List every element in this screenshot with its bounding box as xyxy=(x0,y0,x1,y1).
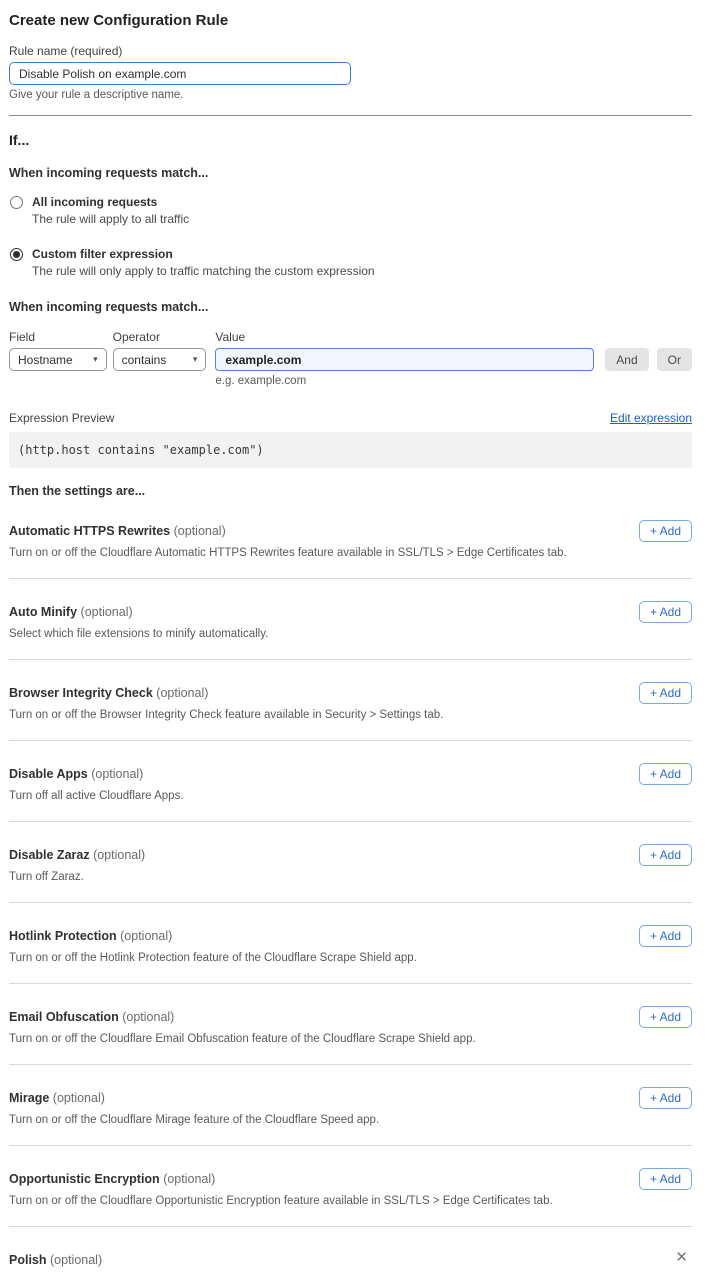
create-configuration-rule-form: Create new Configuration Rule Rule name … xyxy=(0,0,705,1272)
setting-optional: (optional) xyxy=(120,929,172,943)
radio-button-custom-filter[interactable] xyxy=(10,248,23,261)
setting-optional: (optional) xyxy=(91,767,143,781)
add-button[interactable]: + Add xyxy=(639,1006,692,1028)
add-button[interactable]: + Add xyxy=(639,844,692,866)
setting-name: Auto Minify xyxy=(9,605,77,619)
setting-optional: (optional) xyxy=(93,848,145,862)
setting-name: Polish xyxy=(9,1253,47,1267)
expression-builder: Field Hostname ▾ Operator contains ▾ Val… xyxy=(9,330,692,387)
setting-optional: (optional) xyxy=(81,605,133,619)
add-button[interactable]: + Add xyxy=(639,1087,692,1109)
setting-description: Turn on or off the Cloudflare Email Obfu… xyxy=(9,1033,692,1046)
setting-name: Automatic HTTPS Rewrites xyxy=(9,524,170,538)
radio-description: The rule will apply to all traffic xyxy=(32,212,189,226)
setting-opportunistic-encryption: Opportunistic Encryption (optional) Turn… xyxy=(9,1146,692,1227)
value-label: Value xyxy=(215,330,594,344)
then-heading: Then the settings are... xyxy=(9,484,692,498)
setting-description: Turn on or off the Browser Integrity Che… xyxy=(9,709,692,722)
add-button[interactable]: + Add xyxy=(639,1168,692,1190)
setting-name: Hotlink Protection xyxy=(9,929,117,943)
radio-option-custom-filter[interactable]: Custom filter expression The rule will o… xyxy=(9,247,692,278)
if-heading: If... xyxy=(9,132,692,148)
setting-name: Disable Apps xyxy=(9,767,88,781)
field-select-value: Hostname xyxy=(18,353,73,367)
expression-preview-header: Expression Preview Edit expression xyxy=(9,411,692,425)
setting-mirage: Mirage (optional) Turn on or off the Clo… xyxy=(9,1065,692,1146)
radio-description: The rule will only apply to traffic matc… xyxy=(32,264,375,278)
radio-button-all-requests[interactable] xyxy=(10,196,23,209)
setting-optional: (optional) xyxy=(156,686,208,700)
setting-automatic-https-rewrites: Automatic HTTPS Rewrites (optional) Turn… xyxy=(9,498,692,579)
and-button[interactable]: And xyxy=(605,348,648,371)
setting-optional: (optional) xyxy=(50,1253,102,1267)
add-button[interactable]: + Add xyxy=(639,520,692,542)
rule-name-section: Rule name (required) Give your rule a de… xyxy=(9,44,692,101)
setting-description: Select which file extensions to minify a… xyxy=(9,628,692,641)
setting-name: Email Obfuscation xyxy=(9,1010,119,1024)
setting-optional: (optional) xyxy=(174,524,226,538)
value-helper: e.g. example.com xyxy=(215,375,594,387)
value-input[interactable] xyxy=(215,348,594,371)
setting-disable-apps: Disable Apps (optional) Turn off all act… xyxy=(9,741,692,822)
setting-description: Turn off all active Cloudflare Apps. xyxy=(9,790,692,803)
operator-select[interactable]: contains ▾ xyxy=(113,348,207,371)
page-title: Create new Configuration Rule xyxy=(9,12,692,29)
setting-name: Mirage xyxy=(9,1091,49,1105)
chevron-down-icon: ▾ xyxy=(93,354,98,365)
setting-description: Turn on or off the Cloudflare Mirage fea… xyxy=(9,1114,692,1127)
rule-name-input[interactable] xyxy=(9,62,351,85)
setting-polish: Polish (optional) ✕ Change the settings … xyxy=(9,1227,692,1272)
field-select[interactable]: Hostname ▾ xyxy=(9,348,107,371)
setting-name: Opportunistic Encryption xyxy=(9,1172,160,1186)
expression-preview-code: (http.host contains "example.com") xyxy=(9,432,692,468)
add-button[interactable]: + Add xyxy=(639,925,692,947)
edit-expression-link[interactable]: Edit expression xyxy=(610,411,692,425)
rule-name-label: Rule name (required) xyxy=(9,44,692,58)
rule-name-helper: Give your rule a descriptive name. xyxy=(9,89,692,101)
setting-browser-integrity-check: Browser Integrity Check (optional) Turn … xyxy=(9,660,692,741)
setting-name: Disable Zaraz xyxy=(9,848,90,862)
add-button[interactable]: + Add xyxy=(639,682,692,704)
field-label: Field xyxy=(9,330,107,344)
setting-description: Turn on or off the Cloudflare Automatic … xyxy=(9,547,692,560)
setting-disable-zaraz: Disable Zaraz (optional) Turn off Zaraz.… xyxy=(9,822,692,903)
section-divider xyxy=(9,115,692,116)
setting-description: Turn on or off the Hotlink Protection fe… xyxy=(9,952,692,965)
match-heading: When incoming requests match... xyxy=(9,166,692,180)
or-button[interactable]: Or xyxy=(657,348,692,371)
setting-description: Turn off Zaraz. xyxy=(9,871,692,884)
radio-label: Custom filter expression xyxy=(32,247,375,261)
radio-option-all-requests[interactable]: All incoming requests The rule will appl… xyxy=(9,195,692,226)
setting-auto-minify: Auto Minify (optional) Select which file… xyxy=(9,579,692,660)
setting-optional: (optional) xyxy=(53,1091,105,1105)
operator-select-value: contains xyxy=(122,353,167,367)
setting-optional: (optional) xyxy=(163,1172,215,1186)
add-button[interactable]: + Add xyxy=(639,763,692,785)
setting-description: Turn on or off the Cloudflare Opportunis… xyxy=(9,1195,692,1208)
setting-optional: (optional) xyxy=(122,1010,174,1024)
operator-label: Operator xyxy=(113,330,207,344)
chevron-down-icon: ▾ xyxy=(193,354,198,365)
setting-name: Browser Integrity Check xyxy=(9,686,153,700)
builder-heading: When incoming requests match... xyxy=(9,300,692,314)
radio-label: All incoming requests xyxy=(32,195,189,209)
close-icon[interactable]: ✕ xyxy=(675,1251,688,1265)
add-button[interactable]: + Add xyxy=(639,601,692,623)
setting-hotlink-protection: Hotlink Protection (optional) Turn on or… xyxy=(9,903,692,984)
expression-preview-label: Expression Preview xyxy=(9,411,114,425)
setting-email-obfuscation: Email Obfuscation (optional) Turn on or … xyxy=(9,984,692,1065)
